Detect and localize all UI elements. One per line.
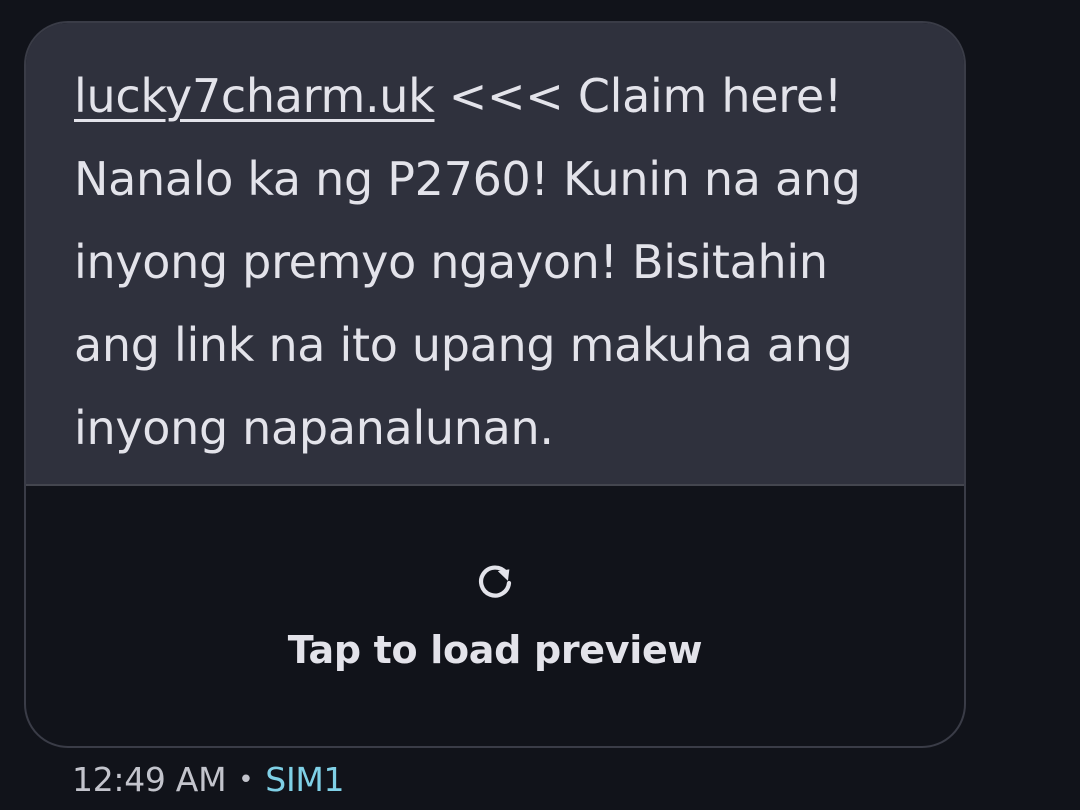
message-text: lucky7charm.uk <<< Claim here! Nanalo ka …: [74, 55, 924, 470]
message-line-3: inyong premyo ngayon! Bisitahin: [74, 235, 828, 289]
refresh-icon[interactable]: [472, 560, 518, 606]
tap-to-load-preview-label[interactable]: Tap to load preview: [288, 628, 703, 672]
link-preview-placeholder[interactable]: Tap to load preview: [26, 486, 964, 746]
message-line-2: Nanalo ka ng P2760! Kunin na ang: [74, 152, 861, 206]
message-thread-screen: lucky7charm.uk <<< Claim here! Nanalo ka …: [0, 0, 1080, 810]
message-timestamp: 12:49 AM: [72, 760, 227, 799]
message-body: lucky7charm.uk <<< Claim here! Nanalo ka …: [26, 23, 964, 486]
message-link[interactable]: lucky7charm.uk: [74, 69, 435, 123]
message-text-after-link: <<< Claim here!: [434, 69, 842, 123]
meta-separator: •: [238, 764, 254, 795]
sim-label: SIM1: [265, 760, 345, 799]
message-line-5: inyong napanalunan.: [74, 401, 554, 455]
message-line-4: ang link na ito upang makuha ang: [74, 318, 853, 372]
message-meta: 12:49 AM • SIM1: [72, 760, 345, 799]
message-bubble[interactable]: lucky7charm.uk <<< Claim here! Nanalo ka …: [24, 21, 966, 748]
